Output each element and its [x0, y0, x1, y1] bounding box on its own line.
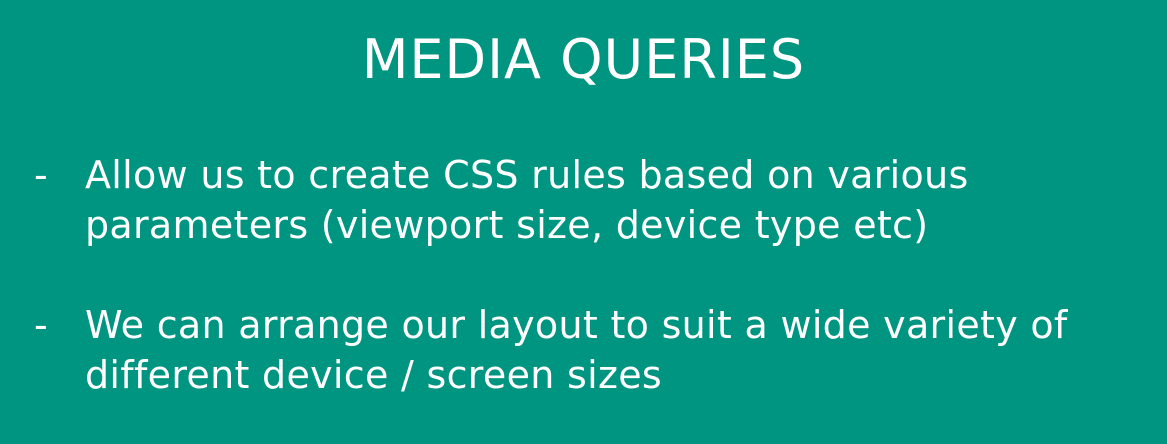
slide-title: MEDIA QUERIES	[361, 28, 806, 91]
bullet-line: We can arrange our layout to suit a wide…	[85, 303, 1068, 347]
bullet-line: different device / screen sizes	[85, 353, 662, 397]
bullet-marker: -	[34, 153, 48, 197]
bullet-marker: -	[34, 303, 48, 347]
bullet-text: Allow us to create CSS rules based on va…	[85, 150, 1155, 250]
bullet-line: Allow us to create CSS rules based on va…	[85, 153, 969, 197]
bullet-line: parameters (viewport size, device type e…	[85, 203, 929, 247]
bullet-text: We can arrange our layout to suit a wide…	[85, 300, 1155, 400]
slide: MEDIA QUERIES - Allow us to create CSS r…	[0, 0, 1167, 444]
